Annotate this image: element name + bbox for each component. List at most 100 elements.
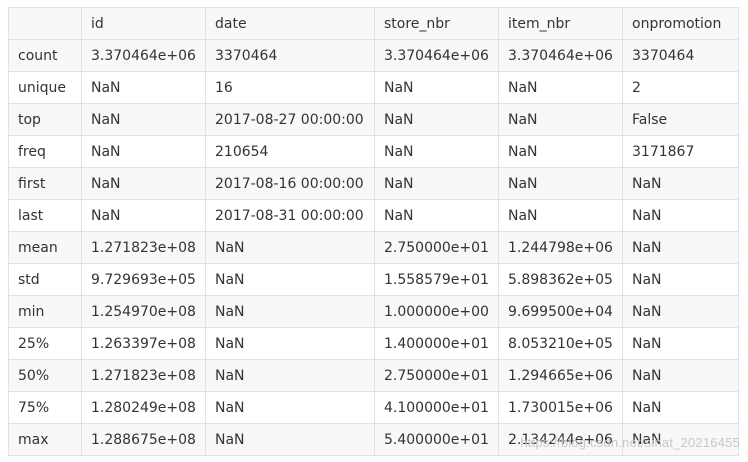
row-label: top (8, 103, 82, 136)
table-row: top NaN 2017-08-27 00:00:00 NaN NaN Fals… (8, 103, 739, 136)
table-cell: 2.750000e+01 (374, 231, 499, 264)
row-label: 25% (8, 327, 82, 360)
table-cell: 1.271823e+08 (81, 231, 206, 264)
table-cell: NaN (622, 423, 739, 456)
table-cell: NaN (205, 263, 375, 296)
table-cell: NaN (81, 71, 206, 104)
table-cell: NaN (205, 327, 375, 360)
table-cell: 1.294665e+06 (498, 359, 623, 392)
table-cell: NaN (81, 103, 206, 136)
column-header-store-nbr: store_nbr (374, 7, 499, 40)
table-cell: 1.730015e+06 (498, 391, 623, 424)
table-cell: NaN (81, 135, 206, 168)
table-row: 50% 1.271823e+08 NaN 2.750000e+01 1.2946… (8, 359, 739, 392)
table-cell: NaN (498, 199, 623, 232)
table-cell: NaN (622, 359, 739, 392)
table-cell: 1.280249e+08 (81, 391, 206, 424)
table-row: freq NaN 210654 NaN NaN 3171867 (8, 135, 739, 168)
table-cell: 5.400000e+01 (374, 423, 499, 456)
table-cell: 1.263397e+08 (81, 327, 206, 360)
column-header-date: date (205, 7, 375, 40)
table-cell: 3370464 (205, 39, 375, 72)
table-cell: 1.000000e+00 (374, 295, 499, 328)
table-cell: 9.729693e+05 (81, 263, 206, 296)
table-row: mean 1.271823e+08 NaN 2.750000e+01 1.244… (8, 231, 739, 264)
table-cell: NaN (622, 167, 739, 200)
table-cell: NaN (81, 199, 206, 232)
table-row: max 1.288675e+08 NaN 5.400000e+01 2.1342… (8, 423, 739, 456)
table-row: min 1.254970e+08 NaN 1.000000e+00 9.6995… (8, 295, 739, 328)
table-cell: 2017-08-27 00:00:00 (205, 103, 375, 136)
table-cell: 3370464 (622, 39, 739, 72)
row-label: unique (8, 71, 82, 104)
table-cell: NaN (498, 71, 623, 104)
table-cell: 1.254970e+08 (81, 295, 206, 328)
row-label: std (8, 263, 82, 296)
table-cell: 8.053210e+05 (498, 327, 623, 360)
table-cell: 4.100000e+01 (374, 391, 499, 424)
row-label: 50% (8, 359, 82, 392)
table-row: 25% 1.263397e+08 NaN 1.400000e+01 8.0532… (8, 327, 739, 360)
row-label: count (8, 39, 82, 72)
table-cell: 1.271823e+08 (81, 359, 206, 392)
column-header-id: id (81, 7, 206, 40)
table-cell: 1.244798e+06 (498, 231, 623, 264)
table-cell: NaN (622, 391, 739, 424)
table-cell: NaN (622, 295, 739, 328)
table-cell: 2017-08-16 00:00:00 (205, 167, 375, 200)
table-cell: 1.288675e+08 (81, 423, 206, 456)
table-cell: NaN (374, 71, 499, 104)
table-cell: NaN (205, 295, 375, 328)
row-label: mean (8, 231, 82, 264)
table-cell: 2.750000e+01 (374, 359, 499, 392)
column-header-onpromotion: onpromotion (622, 7, 739, 40)
table-cell: NaN (498, 103, 623, 136)
table-cell: 3.370464e+06 (374, 39, 499, 72)
row-label: 75% (8, 391, 82, 424)
table-cell: NaN (622, 263, 739, 296)
table-cell: NaN (205, 359, 375, 392)
table-cell: 5.898362e+05 (498, 263, 623, 296)
column-header-item-nbr: item_nbr (498, 7, 623, 40)
table-cell: NaN (374, 167, 499, 200)
table-row: unique NaN 16 NaN NaN 2 (8, 71, 739, 104)
table-cell: NaN (498, 135, 623, 168)
table-cell: NaN (81, 167, 206, 200)
row-label: freq (8, 135, 82, 168)
table-cell: 3.370464e+06 (498, 39, 623, 72)
table-cell: NaN (374, 135, 499, 168)
header-row: id date store_nbr item_nbr onpromotion (8, 7, 739, 40)
table-cell: 2017-08-31 00:00:00 (205, 199, 375, 232)
table-cell: 2.134244e+06 (498, 423, 623, 456)
table-cell: 1.558579e+01 (374, 263, 499, 296)
table-row: count 3.370464e+06 3370464 3.370464e+06 … (8, 39, 739, 72)
row-label: min (8, 295, 82, 328)
describe-table: id date store_nbr item_nbr onpromotion c… (8, 7, 739, 456)
row-label: first (8, 167, 82, 200)
describe-table-container: id date store_nbr item_nbr onpromotion c… (8, 7, 739, 456)
table-cell: NaN (374, 103, 499, 136)
table-row: std 9.729693e+05 NaN 1.558579e+01 5.8983… (8, 263, 739, 296)
table-cell: 2 (622, 71, 739, 104)
index-header (8, 7, 82, 40)
table-cell: NaN (622, 231, 739, 264)
row-label: max (8, 423, 82, 456)
table-cell: NaN (374, 199, 499, 232)
table-cell: NaN (205, 391, 375, 424)
table-row: 75% 1.280249e+08 NaN 4.100000e+01 1.7300… (8, 391, 739, 424)
table-cell: 16 (205, 71, 375, 104)
table-cell: 3.370464e+06 (81, 39, 206, 72)
table-cell: NaN (205, 231, 375, 264)
table-cell: 210654 (205, 135, 375, 168)
table-cell: NaN (622, 199, 739, 232)
table-cell: 3171867 (622, 135, 739, 168)
table-cell: False (622, 103, 739, 136)
row-label: last (8, 199, 82, 232)
table-cell: 1.400000e+01 (374, 327, 499, 360)
table-cell: 9.699500e+04 (498, 295, 623, 328)
table-cell: NaN (205, 423, 375, 456)
table-row: first NaN 2017-08-16 00:00:00 NaN NaN Na… (8, 167, 739, 200)
table-row: last NaN 2017-08-31 00:00:00 NaN NaN NaN (8, 199, 739, 232)
table-cell: NaN (498, 167, 623, 200)
table-cell: NaN (622, 327, 739, 360)
